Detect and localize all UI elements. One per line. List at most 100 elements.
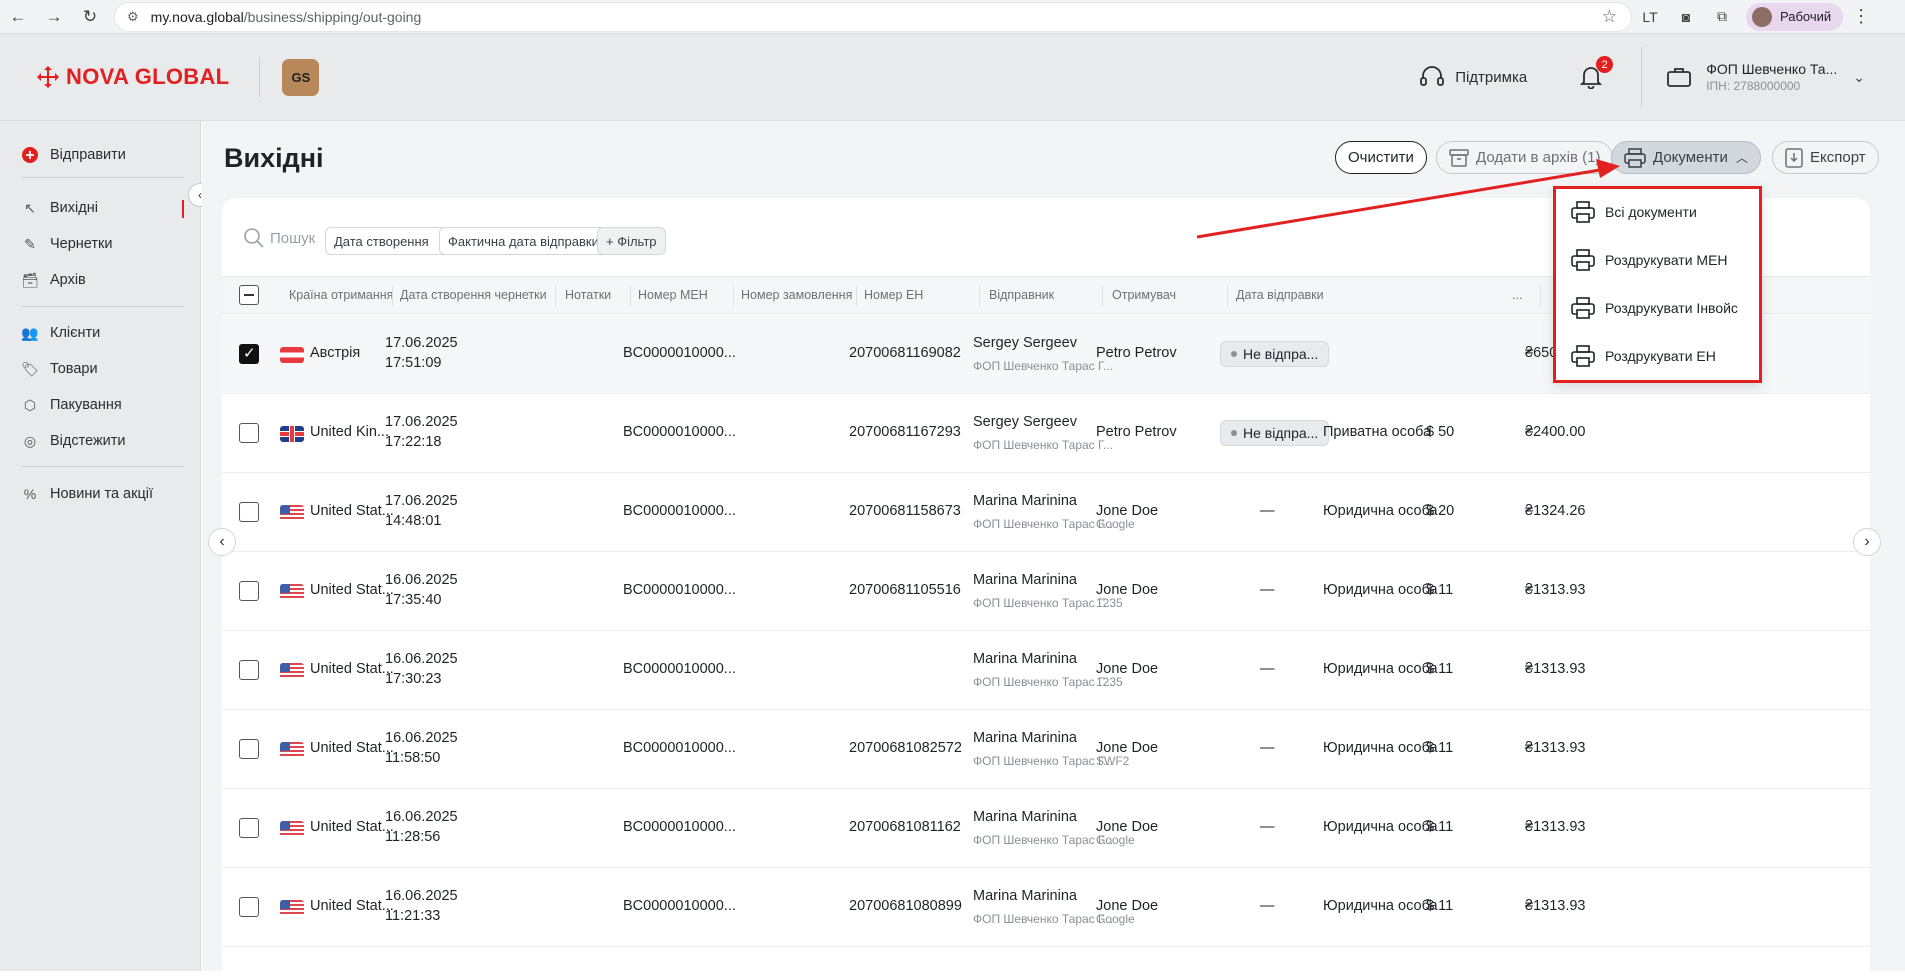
users-icon: 👥 (21, 324, 39, 341)
sidebar-item-clients[interactable]: 👥 Клієнти (21, 324, 100, 342)
meh-number-cell: BC0000010000... (623, 661, 736, 677)
export-button[interactable]: Експорт (1772, 141, 1879, 174)
address-bar[interactable]: ⚙ my.nova.global/business/shipping/out-g… (114, 1, 1632, 32)
site-settings-icon[interactable]: ⚙ (127, 9, 139, 25)
reload-icon[interactable]: ↻ (72, 0, 108, 34)
sidebar-item-send[interactable]: Відправити (22, 147, 126, 163)
notifications-button[interactable]: 2 (1577, 56, 1614, 91)
created-time-cell: 11:28:56 (385, 829, 441, 845)
table-row[interactable]: United Stat... 16.06.2025 11:58:50 BC000001… (222, 710, 1870, 789)
country-flag-icon (280, 347, 304, 363)
sidebar-item-news[interactable]: % Новини та акції (22, 486, 153, 502)
documents-button[interactable]: Документи ︿ (1611, 141, 1761, 174)
account-switcher[interactable]: ФОП Шевченко Та... ІПН: 2788000000 ⌄ (1666, 61, 1865, 93)
sidebar-item-outgoing[interactable]: ↖ Вихідні (22, 199, 184, 218)
country-flag-icon (280, 900, 304, 916)
support-link[interactable]: Підтримка (1419, 65, 1527, 89)
bookmark-star-icon[interactable]: ☆ (1602, 7, 1617, 27)
en-number-cell: 20700681081162 (849, 819, 961, 835)
search-input[interactable]: Пошук (244, 228, 315, 248)
menu-item-label: Всі документи (1605, 204, 1697, 220)
status-label: Не відпра... (1243, 425, 1319, 441)
add-filter-button[interactable]: + Фільтр (597, 227, 666, 255)
column-header[interactable]: Отримувач (1112, 288, 1176, 302)
menu-item-print-meh[interactable]: Роздрукувати MEH (1571, 249, 1728, 271)
sender-company-cell: ФОП Шевченко Тарас Г... (973, 754, 1114, 768)
sidebar-item-drafts[interactable]: ✎ Чернетки (22, 236, 112, 253)
sender-company-cell: ФОП Шевченко Тарас Г... (973, 359, 1114, 373)
table-row[interactable]: United Stat... 16.06.2025 11:21:33 BC000001… (222, 868, 1870, 947)
row-checkbox[interactable] (239, 581, 259, 601)
sidebar-divider (22, 466, 184, 467)
row-checkbox[interactable] (239, 423, 259, 443)
clear-button[interactable]: Очистити (1335, 141, 1427, 174)
menu-item-print-invoice[interactable]: Роздрукувати Інвойс (1571, 297, 1738, 319)
status-badge: Не відпра... (1220, 420, 1330, 446)
browser-menu-icon[interactable]: ⋮ (1849, 6, 1873, 27)
en-number-cell: 20700681158673 (849, 503, 961, 519)
sidebar-item-goods[interactable]: 🏷 Товари (21, 361, 97, 378)
column-header[interactable]: Відправник (989, 288, 1054, 302)
column-divider (630, 285, 631, 307)
declared-value-cell: $ 50 (1426, 424, 1455, 440)
table-row[interactable]: United Stat... 16.06.2025 17:35:40 BC000001… (222, 552, 1870, 631)
column-header[interactable]: Номер ЕН (864, 288, 923, 302)
url-path: /business/shipping/out-going (243, 8, 422, 25)
column-header[interactable]: Нотатки (565, 288, 611, 302)
select-all-checkbox[interactable] (239, 285, 259, 305)
total-cost-cell: ₴2400.00 (1525, 424, 1586, 440)
extensions-icon[interactable]: ⧉ (1704, 8, 1740, 25)
created-date-filter[interactable]: Дата створення⌄ (325, 227, 455, 255)
send-date-cell: — (1260, 582, 1275, 598)
recipient-type-cell: Юридична особа (1323, 819, 1438, 835)
column-header[interactable]: Дата відправки (1236, 288, 1324, 302)
archive-icon: 🗃 (21, 271, 39, 288)
back-icon[interactable]: ← (0, 0, 36, 34)
menu-item-all-documents[interactable]: Всі документи (1571, 201, 1697, 223)
total-cost-cell: ₴1313.93 (1525, 661, 1586, 677)
actual-send-date-label: Фактична дата відправки (448, 233, 599, 249)
printer-icon (1624, 147, 1646, 168)
table-row[interactable]: United Kin... 17.06.2025 17:22:18 BC0000010… (222, 394, 1870, 473)
status-dot-icon (1231, 430, 1237, 436)
row-checkbox[interactable] (239, 897, 259, 917)
sidebar-divider (22, 306, 184, 307)
row-checkbox[interactable] (239, 344, 259, 364)
table-row[interactable]: United Stat... 17.06.2025 14:48:01 BC000001… (222, 473, 1870, 552)
table-row[interactable]: United Stat... 16.06.2025 17:30:23 BC000001… (222, 631, 1870, 710)
arrow-up-left-icon: ↖ (24, 199, 36, 216)
add-to-archive-button[interactable]: Додати в архів (1) (1436, 141, 1614, 174)
profile-button[interactable]: Рабочий (1746, 2, 1844, 31)
sidebar-item-archive[interactable]: 🗃 Архів (21, 271, 86, 289)
recipient-company-cell: SWF2 (1096, 754, 1130, 768)
recipient-company-cell: 1235 (1096, 675, 1123, 689)
camera-extension-icon[interactable]: ◙ (1668, 9, 1704, 25)
row-checkbox[interactable] (239, 818, 259, 838)
scroll-right-button[interactable]: › (1853, 528, 1881, 556)
sidebar-item-tracking[interactable]: ◎ Відстежити (22, 433, 126, 450)
menu-item-label: Роздрукувати MEH (1605, 252, 1728, 268)
row-checkbox[interactable] (239, 739, 259, 759)
declared-value-cell: $ 11 (1426, 819, 1454, 835)
company-badge[interactable]: GS (282, 58, 320, 96)
menu-item-print-en[interactable]: Роздрукувати ЕН (1571, 345, 1716, 367)
column-header[interactable]: Номер MEH (638, 288, 708, 302)
country-flag-icon (280, 742, 304, 758)
box-icon: ⬡ (23, 396, 37, 413)
sidebar-item-packaging[interactable]: ⬡ Пакування (22, 396, 122, 414)
account-tax-id: ІПН: 2788000000 (1706, 79, 1801, 93)
column-header[interactable]: Країна отримання (289, 288, 393, 302)
translate-extension-icon[interactable]: LT (1632, 9, 1668, 25)
forward-icon[interactable]: → (36, 0, 72, 34)
column-header[interactable]: ... (1512, 288, 1522, 302)
row-checkbox[interactable] (239, 502, 259, 522)
column-header[interactable]: Дата створення чернетки (400, 288, 547, 302)
table-row[interactable]: United Stat... 16.06.2025 11:28:56 BC000001… (222, 789, 1870, 868)
country-flag-icon (280, 663, 304, 679)
row-checkbox[interactable] (239, 660, 259, 680)
recipient-company-cell: 1235 (1096, 596, 1123, 610)
column-header[interactable]: Номер замовлення (741, 288, 852, 302)
scroll-left-button[interactable]: ‹ (208, 528, 236, 556)
nova-global-logo[interactable]: NOVA GLOBAL (36, 64, 229, 90)
app-header: NOVA GLOBAL GS Підтримка 2 ФОП Шевченко … (0, 34, 1905, 121)
